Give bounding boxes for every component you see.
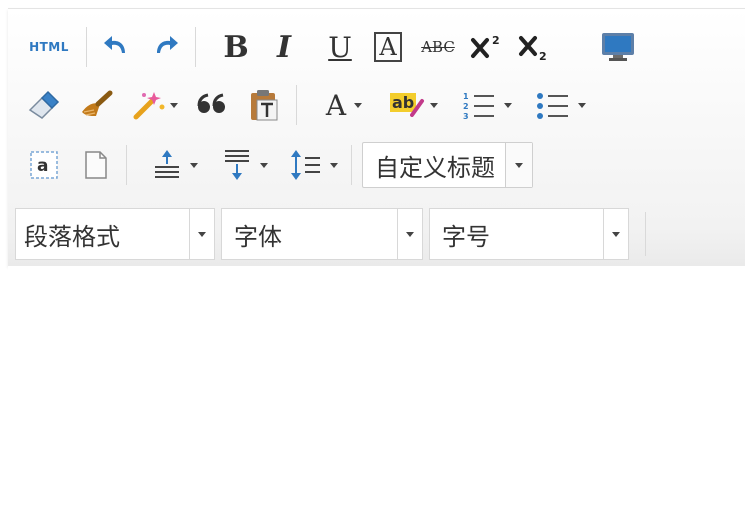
italic-icon: I [276,29,292,65]
font-family-label: 字体 [234,222,282,251]
editor-toolbar: HTML B I U A ABC 2 2 A ab 1 2 3 a 自定义标题 … [8,8,745,266]
superscript-button[interactable]: 2 [466,25,510,69]
highlight-color-button[interactable]: ab [381,83,447,127]
select-all-icon: a [30,151,58,179]
custom-title-label: 自定义标题 [375,153,495,182]
subscript-button[interactable]: 2 [514,25,558,69]
superscript-icon: 2 [471,34,500,58]
eraser-button[interactable] [22,83,64,127]
blank-page-icon [85,151,107,179]
monitor-icon [602,33,634,61]
svg-text:2: 2 [463,102,469,111]
format-painter-button[interactable] [74,83,118,127]
editor-content-area[interactable] [8,266,745,515]
dropdown-arrow-icon [170,102,178,108]
font-family-arrow[interactable] [397,209,422,259]
svg-text:2: 2 [492,34,500,47]
svg-text:3: 3 [463,112,469,120]
quote-icon [197,93,225,113]
brush-icon [82,90,113,116]
custom-title-dropdown[interactable]: 自定义标题 [362,142,533,188]
blockquote-button[interactable] [192,83,232,127]
toolbar-row-2: A ab 1 2 3 [8,79,597,131]
dropdown-arrow-icon [515,162,523,168]
row-spacing-bottom-icon [225,150,249,180]
rich-text-editor: HTML B I U A ABC 2 2 A ab 1 2 3 a 自定义标题 … [0,0,745,515]
paste-plain-text-button[interactable] [242,83,286,127]
clear-document-button[interactable] [76,143,116,187]
paragraph-format-select[interactable]: 段落格式 [15,208,215,260]
font-border-button[interactable]: A [366,25,410,69]
redo-icon [157,36,178,53]
strikethrough-button[interactable]: ABC [414,25,462,69]
row-spacing-bottom-button[interactable] [215,143,275,187]
dropdown-arrow-icon [354,102,363,108]
svg-text:2: 2 [539,50,547,62]
font-color-icon: A [325,88,347,122]
row-spacing-top-button[interactable] [145,143,205,187]
subscript-icon: 2 [519,36,547,62]
unordered-list-button[interactable] [529,83,593,127]
toolbar-row-4: 段落格式 字体 字号 [8,206,656,262]
dropdown-arrow-icon [504,102,512,108]
font-family-select[interactable]: 字体 [221,208,423,260]
underline-icon: U [328,30,352,64]
undo-icon [104,36,125,53]
html-label: HTML [29,40,69,54]
dropdown-arrow-icon [612,231,620,237]
dropdown-arrow-icon [260,162,268,168]
font-color-button[interactable]: A [315,83,373,127]
font-size-select[interactable]: 字号 [429,208,629,260]
dropdown-arrow-icon [330,162,338,168]
font-size-arrow[interactable] [603,209,628,259]
auto-format-button[interactable] [126,83,184,127]
select-all-button[interactable]: a [24,143,64,187]
svg-text:a: a [37,156,48,176]
preview-button[interactable] [596,25,640,69]
italic-button[interactable]: I [262,25,306,69]
separator [351,145,352,185]
unordered-list-icon [537,93,568,119]
separator [645,212,646,256]
html-source-button[interactable]: HTML [22,25,76,69]
separator [86,27,87,67]
dropdown-arrow-icon [406,231,414,237]
line-height-icon [291,150,320,180]
separator [126,145,127,185]
dropdown-arrow-icon [198,231,206,237]
paragraph-format-label: 段落格式 [24,222,120,251]
font-size-label: 字号 [442,222,490,251]
toolbar-row-3: a 自定义标题 [8,139,533,191]
dropdown-arrow-icon [190,162,198,168]
custom-title-arrow[interactable] [505,143,532,187]
strikethrough-icon: ABC [421,38,455,56]
row-spacing-top-icon [155,150,179,178]
ordered-list-icon: 1 2 3 [463,92,494,120]
dropdown-arrow-icon [578,102,586,108]
highlight-icon: ab [390,91,426,119]
undo-button[interactable] [97,25,135,69]
dropdown-arrow-icon [430,102,438,108]
paragraph-format-arrow[interactable] [189,209,214,259]
magic-wand-icon [133,92,165,120]
bold-button[interactable]: B [214,25,258,69]
paste-text-icon [251,90,278,121]
line-height-button[interactable] [283,143,345,187]
bold-icon: B [223,29,249,65]
separator [296,85,297,125]
toolbar-row-1: HTML B I U A ABC 2 2 [8,21,644,73]
ordered-list-button[interactable]: 1 2 3 [455,83,519,127]
redo-button[interactable] [147,25,185,69]
separator [195,27,196,67]
font-border-icon: A [374,32,402,62]
svg-text:1: 1 [463,92,469,101]
eraser-icon [28,90,60,119]
underline-button[interactable]: U [318,25,362,69]
